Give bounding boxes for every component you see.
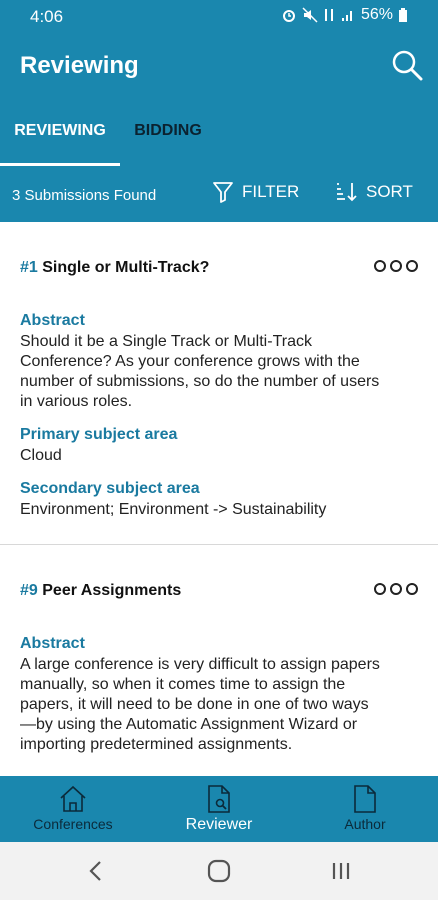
- submission-count: 3 Submissions Found: [12, 187, 157, 204]
- document-icon: [354, 785, 376, 813]
- abstract-line: —by using the Automatic Assignment Wizar…: [20, 716, 358, 733]
- status-icons: 56%: [281, 6, 408, 24]
- sort-icon: [337, 183, 357, 202]
- system-nav-bar: [0, 842, 438, 900]
- more-dot-icon: [390, 583, 402, 595]
- abstract-line: Should it be a Single Track or Multi-Tra…: [20, 333, 312, 350]
- more-options-button[interactable]: [374, 583, 418, 595]
- secondary-subject-label: Secondary subject area: [20, 480, 200, 497]
- secondary-subject-value: Environment; Environment -> Sustainabili…: [20, 501, 327, 518]
- abstract-label: Abstract: [20, 635, 85, 652]
- recent-apps-icon[interactable]: [330, 858, 352, 884]
- bottom-nav: Conferences Reviewer Author: [0, 776, 438, 842]
- submission-title-text: Peer Assignments: [42, 582, 182, 599]
- primary-subject-label: Primary subject area: [20, 426, 178, 443]
- page-title: Reviewing: [20, 52, 139, 79]
- status-time: 4:06: [30, 7, 64, 26]
- signal-icon: [341, 11, 352, 21]
- nav-author[interactable]: Author: [292, 776, 438, 842]
- abstract-line: Conference? As your conference grows wit…: [20, 353, 360, 370]
- status-bar: 4:06 56%: [0, 0, 438, 34]
- submission-list[interactable]: #1 Single or Multi-Track? Abstract Shoul…: [0, 222, 438, 776]
- more-dot-icon: [374, 583, 386, 595]
- more-options-button[interactable]: [374, 260, 418, 272]
- sort-label: SORT: [366, 182, 413, 201]
- abstract-text: Should it be a Single Track or Multi-Tra…: [20, 332, 418, 412]
- submission-header: #9 Peer Assignments: [20, 545, 418, 635]
- abstract-text: A large conference is very difficult to …: [20, 655, 418, 755]
- sort-button[interactable]: SORT: [334, 180, 413, 204]
- filter-icon: [213, 182, 233, 203]
- nav-label: Conferences: [33, 816, 113, 832]
- abstract-line: in various roles.: [20, 393, 133, 410]
- app-bar: Reviewing: [0, 34, 438, 96]
- more-dot-icon: [406, 583, 418, 595]
- abstract-line: papers, it will need to be done in one o…: [20, 696, 369, 713]
- nav-reviewer[interactable]: Reviewer: [146, 776, 292, 842]
- submission-number: #1: [20, 259, 38, 276]
- home-icon: [60, 785, 86, 812]
- nav-label: Author: [344, 816, 386, 832]
- data-icon: [324, 9, 333, 21]
- tab-bidding[interactable]: BIDDING: [120, 96, 216, 166]
- abstract-line: manually, so when it comes time to assig…: [20, 676, 346, 693]
- tab-bar: REVIEWING BIDDING: [0, 96, 438, 166]
- abstract-label: Abstract: [20, 312, 85, 329]
- submission-number: #9: [20, 582, 38, 599]
- home-button-icon[interactable]: [206, 858, 232, 884]
- submission-title: #9 Peer Assignments: [20, 582, 181, 600]
- battery-percent: 56%: [360, 6, 393, 23]
- back-icon[interactable]: [86, 858, 106, 884]
- more-dot-icon: [406, 260, 418, 272]
- alarm-icon: [282, 10, 295, 22]
- nav-conferences[interactable]: Conferences: [0, 776, 146, 842]
- submission-header: #1 Single or Multi-Track?: [20, 222, 418, 312]
- submission-title: #1 Single or Multi-Track?: [20, 259, 209, 277]
- filter-label: FILTER: [242, 182, 300, 201]
- abstract-line: A large conference is very difficult to …: [20, 656, 380, 673]
- tab-reviewing[interactable]: REVIEWING: [0, 96, 120, 166]
- document-search-icon: [208, 785, 230, 813]
- search-button[interactable]: [390, 48, 424, 82]
- abstract-line: number of submissions, so do the number …: [20, 373, 380, 390]
- abstract-line: importing predetermined assignments.: [20, 736, 293, 753]
- more-dot-icon: [374, 260, 386, 272]
- battery-icon: [399, 8, 407, 22]
- filter-bar: 3 Submissions Found FILTER SORT: [0, 166, 438, 222]
- submission-title-text: Single or Multi-Track?: [42, 259, 210, 276]
- primary-subject-value: Cloud: [20, 447, 62, 464]
- submission-card[interactable]: #9 Peer Assignments Abstract A large con…: [0, 544, 438, 755]
- mute-icon: [302, 7, 318, 23]
- filter-button[interactable]: FILTER: [212, 180, 299, 204]
- search-icon: [392, 50, 423, 81]
- nav-label: Reviewer: [185, 816, 253, 833]
- submission-card[interactable]: #1 Single or Multi-Track? Abstract Shoul…: [0, 222, 438, 544]
- more-dot-icon: [390, 260, 402, 272]
